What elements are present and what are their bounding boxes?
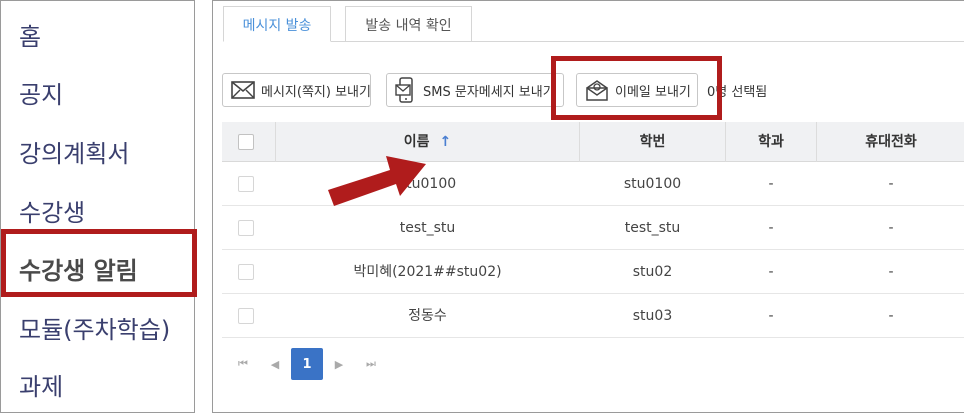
row-checkbox[interactable] xyxy=(238,308,254,324)
column-header-phone[interactable]: 휴대전화 xyxy=(817,122,964,162)
column-header-name[interactable]: 이름 ↑ xyxy=(276,122,579,162)
first-page-icon[interactable]: ⏮ xyxy=(227,348,259,380)
table-row[interactable]: test_stu test_stu - - xyxy=(222,206,964,250)
sidebar-item-syllabus[interactable]: 강의계획서 xyxy=(19,134,129,169)
tab-bar: 메시지 발송 발송 내역 확인 xyxy=(213,1,964,43)
column-header-student-id[interactable]: 학번 xyxy=(580,122,725,162)
send-sms-label: SMS 문자메세지 보내기 xyxy=(423,84,555,100)
send-message-button[interactable]: 메시지(쪽지) 보내기 xyxy=(222,73,371,107)
row-checkbox[interactable] xyxy=(238,176,254,192)
cell-student-id: stu02 xyxy=(632,264,673,280)
cell-department: - xyxy=(768,220,774,236)
sidebar-item-students[interactable]: 수강생 xyxy=(19,193,85,228)
send-sms-button[interactable]: SMS 문자메세지 보내기 xyxy=(386,73,564,107)
table-row[interactable]: stu0100 stu0100 - - xyxy=(222,162,964,206)
tab-divider xyxy=(223,41,964,42)
sidebar-item-notice[interactable]: 공지 xyxy=(19,75,63,110)
email-open-icon xyxy=(586,80,608,101)
prev-page-icon[interactable]: ◀ xyxy=(259,348,291,380)
tab-send-message[interactable]: 메시지 발송 xyxy=(223,6,331,42)
column-header-department[interactable]: 학과 xyxy=(726,122,816,162)
cell-department: - xyxy=(768,176,774,192)
select-all-checkbox[interactable] xyxy=(238,134,254,150)
cell-name: test_stu xyxy=(399,220,456,236)
cell-phone: - xyxy=(888,220,894,236)
envelope-icon xyxy=(231,81,255,99)
pagination: ⏮ ◀ 1 ▶ ⏭ xyxy=(227,348,387,380)
next-page-icon[interactable]: ▶ xyxy=(323,348,355,380)
mobile-message-icon xyxy=(395,77,413,103)
selected-count: 0명 선택됨 xyxy=(707,85,768,100)
send-email-button[interactable]: 이메일 보내기 xyxy=(576,73,698,107)
sidebar-item-home[interactable]: 홈 xyxy=(19,17,41,52)
course-nav-sidebar: 홈 공지 강의계획서 수강생 수강생 알림 모듈(주차학습) 과제 xyxy=(0,0,195,413)
sort-ascending-icon: ↑ xyxy=(439,134,452,150)
sidebar-item-assignments[interactable]: 과제 xyxy=(19,367,63,402)
table-row[interactable]: 정동수 stu03 - - xyxy=(222,294,964,338)
cell-department: - xyxy=(768,308,774,324)
tab-send-history[interactable]: 발송 내역 확인 xyxy=(345,6,472,42)
cell-name: 박미혜(2021##stu02) xyxy=(353,264,502,280)
table-header: 이름 ↑ 학번 학과 휴대전화 xyxy=(222,122,964,162)
cell-department: - xyxy=(768,264,774,280)
cell-student-id: stu0100 xyxy=(623,176,682,192)
send-message-label: 메시지(쪽지) 보내기 xyxy=(261,84,371,100)
cell-phone: - xyxy=(888,308,894,324)
table-row[interactable]: 박미혜(2021##stu02) stu02 - - xyxy=(222,250,964,294)
cell-student-id: stu03 xyxy=(632,308,673,324)
column-name-label: 이름 xyxy=(403,134,430,150)
row-checkbox[interactable] xyxy=(238,220,254,236)
send-email-label: 이메일 보내기 xyxy=(615,84,691,100)
page-number-button[interactable]: 1 xyxy=(291,348,323,380)
cell-student-id: test_stu xyxy=(624,220,681,236)
sidebar-item-student-notification[interactable]: 수강생 알림 xyxy=(19,251,138,286)
cell-phone: - xyxy=(888,264,894,280)
cell-name: stu0100 xyxy=(398,176,457,192)
row-checkbox[interactable] xyxy=(238,264,254,280)
notification-panel: 메시지 발송 발송 내역 확인 메시지(쪽지) 보내기 SMS 문자메세지 보내… xyxy=(212,0,964,413)
cell-name: 정동수 xyxy=(408,308,447,324)
sidebar-item-modules[interactable]: 모듈(주차학습) xyxy=(19,310,170,345)
last-page-icon[interactable]: ⏭ xyxy=(355,348,387,380)
cell-phone: - xyxy=(888,176,894,192)
